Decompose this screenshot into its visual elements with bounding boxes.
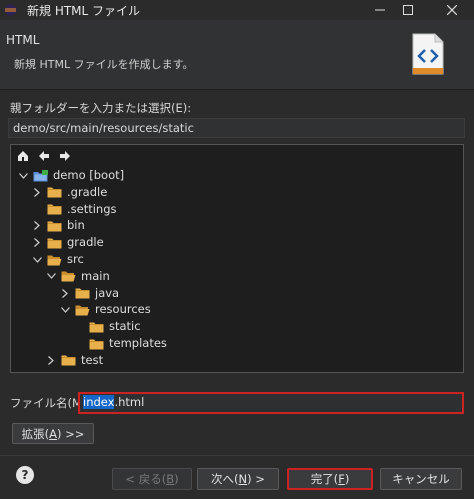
back-label-prefix: < 戻る( xyxy=(125,472,167,486)
maximize-icon xyxy=(403,5,413,15)
tree-item-label: test xyxy=(81,352,104,367)
advanced-mnemonic: A xyxy=(49,426,57,441)
tree-item-label: bin xyxy=(67,218,85,233)
maximize-button[interactable] xyxy=(390,0,426,20)
folder-icon xyxy=(47,221,62,232)
home-icon[interactable] xyxy=(15,149,31,163)
tree-item[interactable]: templates xyxy=(73,335,167,352)
tree-item-label: static xyxy=(109,319,141,334)
wizard-header: HTML 新規 HTML ファイルを作成します。 xyxy=(0,20,474,90)
chevron-right-icon[interactable] xyxy=(45,354,57,366)
filename-selected-text: index xyxy=(83,395,115,409)
advanced-label-suffix: ) >> xyxy=(56,426,85,441)
parent-folder-label: 親フォルダーを入力または選択(E): xyxy=(10,101,192,115)
chevron-right-icon[interactable] xyxy=(59,287,71,299)
close-button[interactable] xyxy=(434,0,470,20)
finish-button[interactable]: 完了(F) xyxy=(287,468,373,490)
tree-item[interactable]: src xyxy=(31,251,84,268)
wizard-message: 新規 HTML ファイルを作成します。 xyxy=(14,58,194,71)
chevron-down-icon[interactable] xyxy=(59,304,71,316)
tree-toolbar xyxy=(15,149,73,163)
tree-item[interactable]: .settings xyxy=(31,201,117,218)
back-arrow-icon[interactable] xyxy=(36,149,52,163)
tree-item[interactable]: demo [boot] xyxy=(17,167,124,184)
tree-item[interactable]: .gradle xyxy=(31,184,107,201)
back-button[interactable]: < 戻る(B) xyxy=(112,468,192,490)
chevron-right-icon[interactable] xyxy=(31,220,43,232)
folder-icon xyxy=(47,255,62,265)
wizard-title: HTML xyxy=(6,33,40,47)
folder-icon xyxy=(89,322,104,333)
advanced-label-prefix: 拡張( xyxy=(21,426,50,441)
finish-label-prefix: 完了( xyxy=(310,472,339,486)
tree-item[interactable]: resources xyxy=(59,301,151,318)
project-folder-icon xyxy=(33,169,48,181)
folder-icon xyxy=(61,355,76,366)
title-bar: 新規 HTML ファイル xyxy=(0,0,474,20)
back-mnemonic: B xyxy=(166,472,175,486)
folder-tree[interactable]: demo [boot] .gradle .settings bin gradle src m… xyxy=(10,144,464,373)
tree-item-label: gradle xyxy=(67,235,104,250)
advanced-button[interactable]: 拡張(A) >> xyxy=(12,423,94,444)
help-icon[interactable]: ? xyxy=(16,466,34,484)
eclipse-icon xyxy=(4,4,17,16)
chevron-down-icon[interactable] xyxy=(31,254,43,266)
next-mnemonic: N xyxy=(238,472,248,486)
tree-item[interactable]: main xyxy=(45,268,110,285)
chevron-right-icon[interactable] xyxy=(31,237,43,249)
finish-mnemonic: F xyxy=(338,472,345,486)
next-label-suffix: ) > xyxy=(247,472,265,486)
tree-item[interactable]: gradle xyxy=(31,234,104,251)
parent-folder-input[interactable]: demo/src/main/resources/static xyxy=(8,118,465,138)
tree-item-label: templates xyxy=(109,336,167,350)
chevron-right-icon[interactable] xyxy=(31,186,43,198)
folder-icon xyxy=(75,288,90,299)
folder-icon xyxy=(61,271,76,282)
folder-icon xyxy=(47,204,62,215)
close-icon xyxy=(447,5,457,15)
tree-item-label: demo [boot] xyxy=(53,168,125,182)
filename-rest-text: .html xyxy=(114,395,145,409)
next-button[interactable]: 次へ(N) > xyxy=(197,468,279,490)
folder-icon xyxy=(89,339,104,349)
tree-item-label: resources xyxy=(95,302,151,317)
folder-icon xyxy=(47,187,62,198)
forward-arrow-icon[interactable] xyxy=(57,149,73,163)
finish-label-suffix: ) xyxy=(344,472,350,486)
tree-item[interactable]: test xyxy=(45,352,103,369)
folder-icon xyxy=(47,238,62,249)
chevron-down-icon[interactable] xyxy=(17,170,29,182)
chevron-down-icon[interactable] xyxy=(45,270,57,282)
cancel-label: キャンセル xyxy=(392,472,450,486)
tree-item-label: src xyxy=(67,252,84,266)
tree-item-label: .gradle xyxy=(67,184,108,199)
tree-item-label: main xyxy=(81,268,110,283)
tree-item[interactable]: bin xyxy=(31,217,85,234)
minimize-icon xyxy=(375,9,385,11)
back-label-suffix: ) xyxy=(174,472,179,486)
window-title: 新規 HTML ファイル xyxy=(27,4,141,18)
tree-item[interactable]: static xyxy=(73,318,141,335)
filename-input[interactable]: index.html xyxy=(78,392,464,414)
tree-item-label: java xyxy=(95,285,120,300)
next-label-prefix: 次へ( xyxy=(211,472,239,486)
tree-item-label: .settings xyxy=(67,201,117,216)
tree-item[interactable]: java xyxy=(59,285,119,302)
cancel-button[interactable]: キャンセル xyxy=(380,468,462,490)
folder-icon xyxy=(75,305,90,316)
html-file-wizard-icon xyxy=(412,33,444,75)
